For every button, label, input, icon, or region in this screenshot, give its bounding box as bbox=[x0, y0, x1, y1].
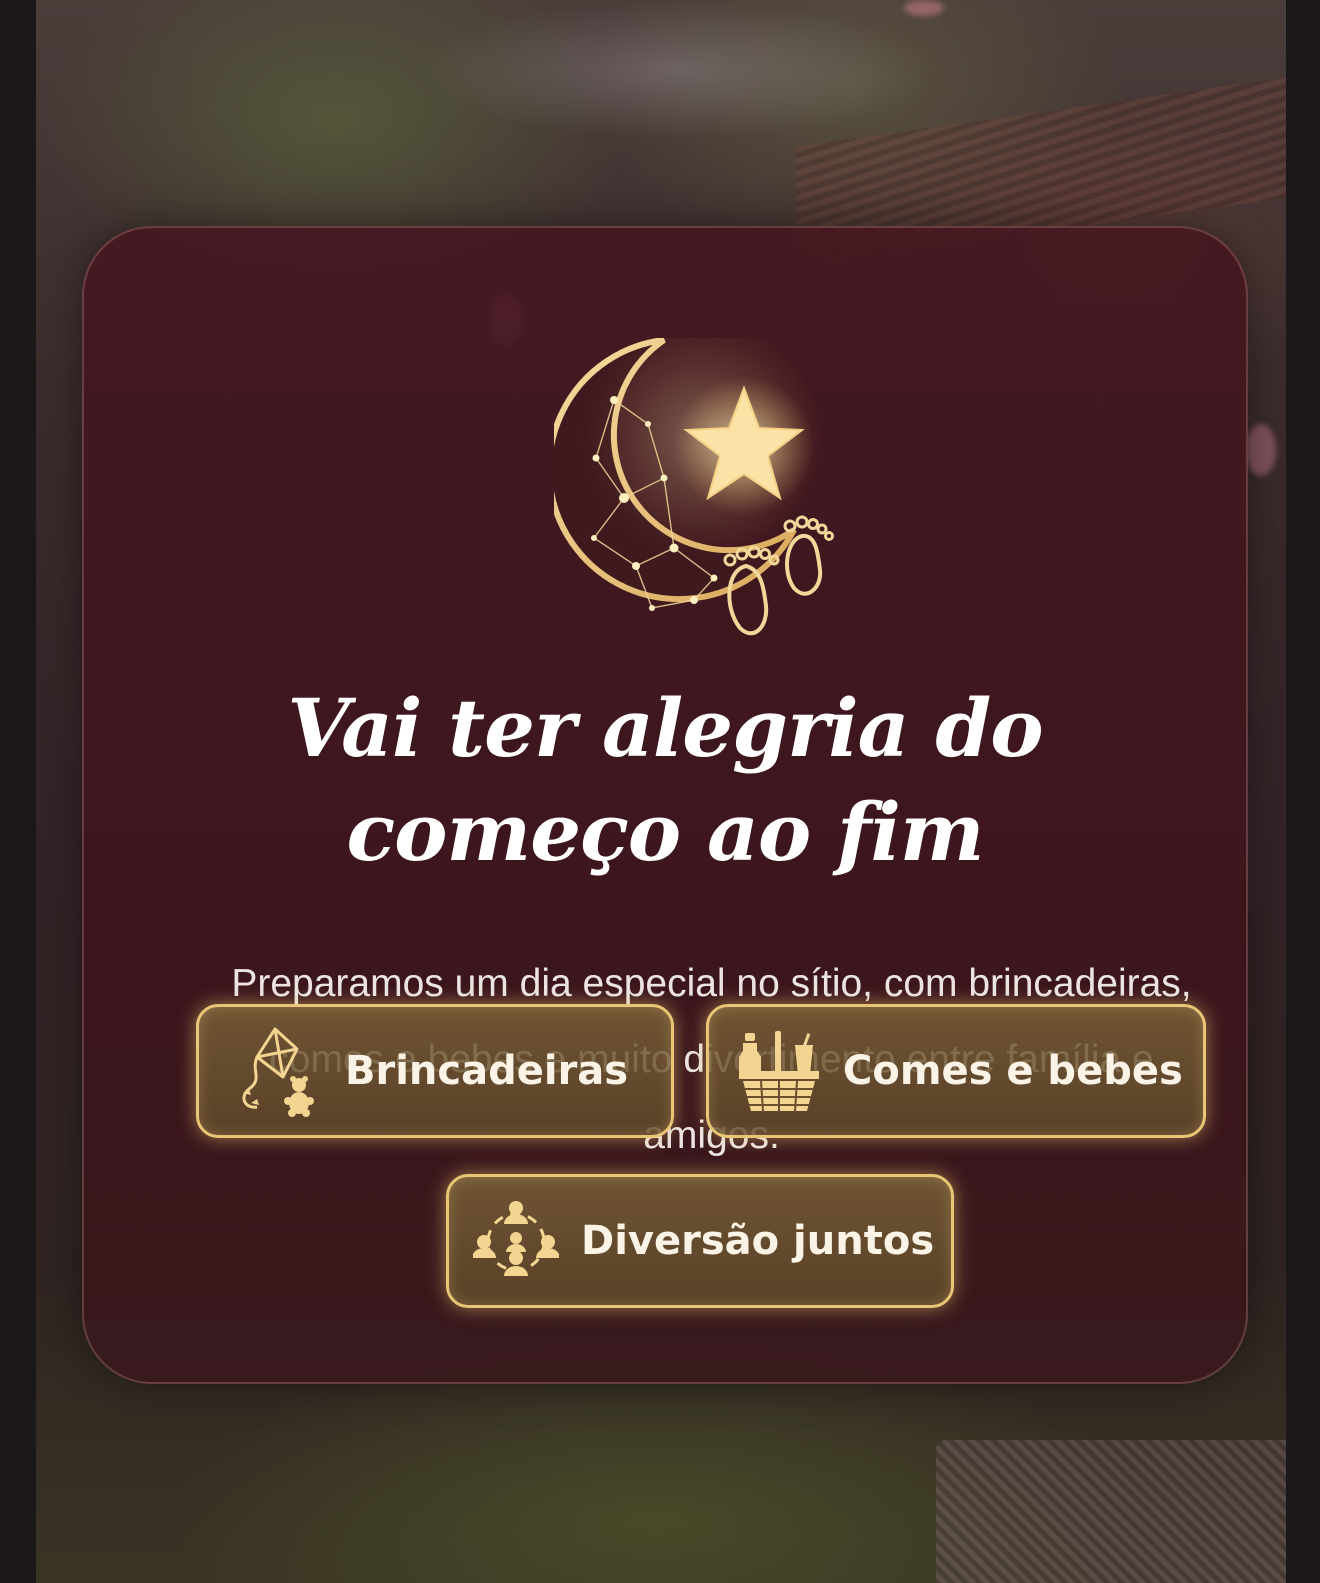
background-photo: Vai ter alegria do começo ao fim Prepara… bbox=[36, 0, 1286, 1583]
kite-teddy-bear-icon bbox=[227, 1023, 323, 1119]
people-circle-icon bbox=[473, 1198, 559, 1284]
feature-comes-e-bebes[interactable]: Comes e bebes bbox=[706, 1004, 1206, 1138]
feature-diversao-juntos[interactable]: Diversão juntos bbox=[446, 1174, 954, 1308]
feature-brincadeiras[interactable]: Brincadeiras bbox=[196, 1004, 674, 1138]
picnic-blanket bbox=[936, 1440, 1286, 1583]
bokeh-light bbox=[904, 0, 944, 16]
title-line-2: começo ao fim bbox=[346, 785, 984, 879]
bokeh-light bbox=[1246, 424, 1276, 476]
feature-label: Comes e bebes bbox=[843, 1048, 1183, 1094]
moon-star-baby-feet-icon bbox=[546, 318, 854, 658]
picnic-basket-drinks-icon bbox=[735, 1027, 823, 1115]
page-title: Vai ter alegria do começo ao fim bbox=[84, 676, 1246, 884]
sky-glow bbox=[416, 0, 936, 140]
title-line-1: Vai ter alegria do bbox=[287, 681, 1043, 775]
feature-label: Diversão juntos bbox=[581, 1218, 935, 1264]
feature-label: Brincadeiras bbox=[345, 1048, 629, 1094]
